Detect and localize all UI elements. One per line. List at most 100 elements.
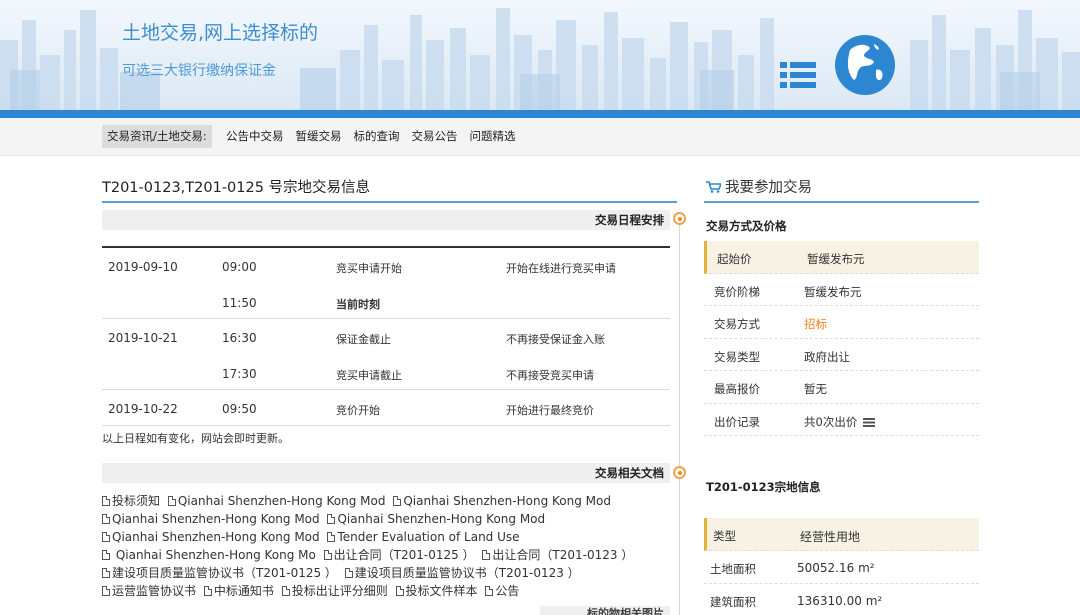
schedule-event: 保证金截止	[336, 333, 391, 346]
nav-link-announced[interactable]: 公告中交易	[226, 125, 284, 148]
docs-list: 投标须知 Qianhai Shenzhen-Hong Kong Mod Qian…	[102, 492, 677, 600]
nav-link-faq[interactable]: 问题精选	[470, 125, 516, 148]
doc-link[interactable]: 中标通知书	[203, 582, 274, 600]
doc-link[interactable]: 建设项目质量监管协议书（T201-0125 ）	[102, 564, 337, 582]
document-icon	[485, 586, 494, 596]
table-row: 类型 经营性用地	[704, 518, 979, 551]
document-icon	[203, 586, 212, 596]
land-value: 经营性用地	[800, 530, 861, 544]
join-trade-label: 我要参加交易	[725, 180, 812, 196]
doc-link[interactable]: Qianhai Shenzhen-Hong Kong Mod	[327, 510, 545, 528]
table-row: 建筑面积 136310.00 m²	[704, 584, 979, 615]
schedule-date: 2019-09-10	[108, 260, 178, 274]
schedule-date: 2019-10-21	[108, 331, 178, 345]
cart-icon	[706, 181, 721, 193]
price-value: 政府出让	[804, 349, 850, 364]
price-key: 交易方式	[714, 317, 760, 331]
price-key: 起始价	[717, 252, 752, 266]
document-icon	[323, 550, 332, 560]
menu-list-icon[interactable]	[780, 60, 816, 90]
nav-links: 公告中交易 暂缓交易 标的查询 交易公告 问题精选	[226, 125, 516, 148]
doc-link[interactable]: Qianhai Shenzhen-Hong Kong Mo	[102, 546, 316, 564]
doc-link[interactable]: 出让合同（T201-0125 ）	[323, 546, 475, 564]
doc-link[interactable]: Qianhai Shenzhen-Hong Kong Mod	[102, 510, 320, 528]
nav-link-notices[interactable]: 交易公告	[412, 125, 458, 148]
timeline-dot-icon	[673, 466, 686, 479]
doc-link[interactable]: 运营监管协议书	[102, 582, 196, 600]
document-icon	[344, 568, 353, 578]
document-icon	[167, 496, 176, 506]
doc-link[interactable]: Qianhai Shenzhen-Hong Kong Mod	[167, 492, 386, 510]
table-row: 2019-09-10 09:00 竞买申请开始 开始在线进行竞买申请	[102, 248, 670, 284]
banner-subtitle: 可选三大银行缴纳保证金	[122, 63, 276, 79]
price-key: 竞价阶梯	[714, 284, 760, 299]
doc-link[interactable]: 投标文件样本	[395, 582, 478, 600]
table-row: 土地面积 50052.16 m²	[704, 551, 979, 584]
doc-link[interactable]: 出让合同（T201-0123 ）	[482, 546, 633, 564]
price-table: 起始价 暂缓发布元 竞价阶梯 暂缓发布元 交易方式 招标 交易类型 政府出让 最…	[704, 241, 979, 436]
document-icon	[395, 586, 404, 596]
table-row: 出价记录 共0次出价	[704, 404, 979, 436]
doc-link[interactable]: Tender Evaluation of Land Use	[327, 528, 520, 546]
land-section-title: T201-0123宗地信息	[706, 480, 821, 494]
document-icon	[281, 586, 290, 596]
doc-link[interactable]: 投标须知	[102, 492, 160, 510]
header-divider	[0, 110, 1080, 118]
join-trade-title[interactable]: 我要参加交易	[706, 176, 812, 197]
schedule-note: 开始在线进行竞买申请	[506, 262, 616, 275]
title-underline	[102, 201, 677, 203]
doc-link[interactable]: 建设项目质量监管协议书（T201-0123 ）	[344, 564, 580, 582]
page-title: T201-0123,T201-0125 号宗地交易信息	[102, 180, 371, 196]
schedule-time: 09:00	[222, 260, 257, 274]
land-value: 136310.00 m²	[797, 594, 883, 608]
document-icon	[102, 550, 110, 560]
document-icon	[393, 496, 402, 506]
schedule-note: 不再接受竞买申请	[506, 368, 594, 382]
table-row: 最高报价 暂无	[704, 371, 979, 404]
nav-link-search[interactable]: 标的查询	[354, 125, 400, 148]
price-key: 交易类型	[714, 349, 760, 364]
table-row: 17:30 竞买申请截止 不再接受竞买申请	[102, 355, 670, 390]
land-key: 建筑面积	[710, 595, 756, 609]
land-key: 土地面积	[710, 562, 756, 576]
top-nav: 交易资讯/土地交易: 公告中交易 暂缓交易 标的查询 交易公告 问题精选	[0, 118, 1080, 156]
timeline-dot-icon	[673, 212, 686, 225]
schedule-header: 交易日程安排	[102, 210, 670, 230]
schedule-event: 竞买申请开始	[336, 262, 402, 275]
nav-link-suspended[interactable]: 暂缓交易	[296, 125, 342, 148]
price-value: 暂无	[804, 382, 827, 396]
globe-icon[interactable]	[834, 34, 896, 96]
nav-breadcrumb[interactable]: 交易资讯/土地交易:	[102, 125, 212, 148]
schedule-time: 17:30	[222, 366, 257, 381]
schedule-event: 竞价开始	[336, 404, 380, 417]
doc-link[interactable]: Qianhai Shenzhen-Hong Kong Mod	[393, 492, 611, 510]
table-row: 交易类型 政府出让	[704, 339, 979, 371]
schedule-event: 当前时刻	[336, 297, 380, 311]
document-icon	[327, 532, 336, 542]
schedule-note: 不再接受保证金入账	[506, 333, 605, 346]
document-icon	[327, 514, 336, 524]
table-row: 起始价 暂缓发布元	[704, 241, 979, 274]
document-icon	[102, 514, 110, 524]
price-value: 暂缓发布元	[804, 284, 862, 299]
doc-link[interactable]: 投标出让评分细则	[281, 582, 388, 600]
bid-record-link[interactable]: 共0次出价	[804, 414, 876, 430]
schedule-table: 2019-09-10 09:00 竞买申请开始 开始在线进行竞买申请 11:50…	[102, 246, 670, 426]
table-row: 竞价阶梯 暂缓发布元	[704, 274, 979, 306]
price-key: 出价记录	[714, 414, 760, 429]
price-value: 暂缓发布元	[807, 252, 865, 266]
price-key: 最高报价	[714, 382, 760, 396]
images-header: 标的物相关图片	[540, 606, 670, 615]
document-icon	[102, 568, 110, 578]
document-icon	[102, 532, 110, 542]
schedule-note: 开始进行最终竞价	[506, 404, 594, 417]
doc-link[interactable]: Qianhai Shenzhen-Hong Kong Mod	[102, 528, 320, 546]
land-table: 类型 经营性用地 土地面积 50052.16 m² 建筑面积 136310.00…	[704, 518, 979, 615]
document-icon	[102, 586, 110, 596]
doc-link[interactable]: 公告	[485, 582, 519, 600]
land-key: 类型	[713, 529, 736, 543]
table-row: 2019-10-22 09:50 竞价开始 开始进行最终竞价	[102, 390, 670, 426]
right-title-underline	[704, 201, 979, 203]
schedule-footnote: 以上日程如有变化，网站会即时更新。	[102, 432, 289, 445]
city-skyline-graphic	[0, 8, 1080, 112]
